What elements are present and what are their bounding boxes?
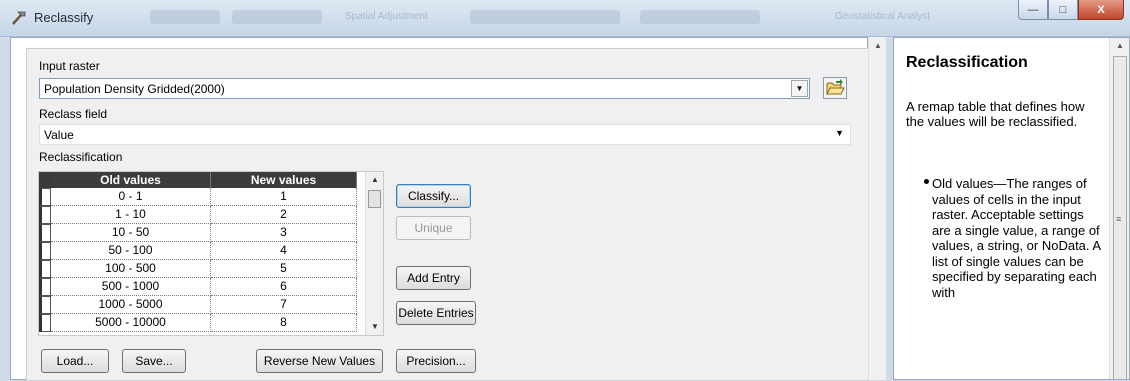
table-header: Old values New values	[39, 172, 357, 188]
table-row[interactable]: 10 - 50 3	[39, 224, 357, 242]
table-scrollbar[interactable]: ▲ ▼	[365, 172, 383, 335]
background-toolbar	[470, 10, 620, 24]
title-bar: Reclassify Spatial Adjustment Geostatist…	[0, 0, 1130, 37]
scroll-down-icon[interactable]: ▼	[366, 319, 384, 335]
new-value-cell[interactable]: 3	[211, 224, 357, 242]
help-scrollbar[interactable]: ▲ ≡	[1109, 38, 1129, 379]
scroll-up-icon[interactable]: ▲	[366, 172, 384, 188]
input-raster-combobox[interactable]: Population Density Gridded(2000) ▼	[39, 78, 810, 99]
table-row[interactable]: 100 - 500 5	[39, 260, 357, 278]
close-icon: X	[1097, 3, 1105, 16]
table-row[interactable]: 1000 - 5000 7	[39, 296, 357, 314]
classify-button[interactable]: Classify...	[396, 184, 471, 208]
background-toolbar-label: Spatial Adjustment	[345, 11, 428, 22]
precision-button[interactable]: Precision...	[396, 349, 476, 373]
row-selector[interactable]	[39, 206, 51, 224]
old-value-cell[interactable]: 100 - 500	[51, 260, 211, 278]
window-controls: — □ X	[1018, 0, 1124, 20]
column-header-new-values[interactable]: New values	[211, 172, 357, 188]
help-bullet-old-values: Old values—The ranges of values of cells…	[932, 176, 1101, 300]
scroll-up-icon[interactable]: ▲	[1110, 41, 1129, 50]
unique-button[interactable]: Unique	[396, 216, 471, 240]
form-scrollbar[interactable]: ▲	[868, 37, 886, 380]
scroll-thumb[interactable]	[368, 190, 381, 208]
old-value-cell[interactable]: 10 - 50	[51, 224, 211, 242]
save-button[interactable]: Save...	[122, 349, 186, 373]
old-value-cell[interactable]: 0 - 1	[51, 188, 211, 206]
chevron-down-icon: ▼	[835, 128, 844, 138]
row-selector[interactable]	[39, 278, 51, 296]
background-toolbar	[232, 10, 322, 24]
reclass-field-label: Reclass field	[39, 107, 108, 121]
reverse-new-values-button[interactable]: Reverse New Values	[256, 349, 383, 373]
table-row[interactable]: 1 - 10 2	[39, 206, 357, 224]
add-entry-button[interactable]: Add Entry	[396, 266, 471, 290]
background-toolbar	[640, 10, 760, 24]
help-panel: Reclassification A remap table that defi…	[893, 37, 1130, 380]
old-value-cell[interactable]: 5000 - 10000	[51, 314, 211, 332]
new-value-cell[interactable]: 8	[211, 314, 357, 332]
old-value-cell[interactable]: 1000 - 5000	[51, 296, 211, 314]
table-row[interactable]: 500 - 1000 6	[39, 278, 357, 296]
row-selector[interactable]	[39, 260, 51, 278]
scroll-grip-icon: ≡	[1116, 214, 1122, 224]
remap-grid: Old values New values 0 - 111 - 10 2 10 - …	[39, 172, 357, 332]
help-title: Reclassification	[906, 54, 1028, 71]
scroll-up-icon[interactable]: ▲	[869, 41, 887, 50]
browse-folder-button[interactable]	[823, 77, 847, 99]
old-value-cell[interactable]: 500 - 1000	[51, 278, 211, 296]
table-row[interactable]: 0 - 11	[39, 188, 357, 206]
row-selector[interactable]	[39, 296, 51, 314]
new-value-cell[interactable]: 2	[211, 206, 357, 224]
row-selector[interactable]	[39, 242, 51, 260]
reclassification-table[interactable]: Old values New values 0 - 111 - 10 2 10 - …	[38, 171, 384, 336]
table-row[interactable]: 5000 - 10000 8	[39, 314, 357, 332]
old-value-cell[interactable]: 1 - 10	[51, 206, 211, 224]
delete-entries-button[interactable]: Delete Entries	[396, 301, 476, 325]
minimize-button[interactable]: —	[1018, 0, 1048, 20]
input-raster-value: Population Density Gridded(2000)	[44, 82, 225, 96]
window-title: Reclassify	[34, 10, 94, 25]
open-folder-icon	[826, 79, 845, 95]
maximize-icon: □	[1059, 3, 1067, 16]
column-header-old-values[interactable]: Old values	[51, 172, 211, 188]
old-value-cell[interactable]: 50 - 100	[51, 242, 211, 260]
bullet-icon	[924, 179, 929, 184]
close-button[interactable]: X	[1078, 0, 1124, 20]
header-corner	[39, 172, 51, 188]
new-value-cell[interactable]: 5	[211, 260, 357, 278]
input-raster-label: Input raster	[39, 59, 100, 73]
row-selector[interactable]	[39, 224, 51, 242]
chevron-down-icon[interactable]: ▼	[791, 80, 808, 97]
reclass-field-select[interactable]: Value ▼	[39, 124, 851, 145]
maximize-button[interactable]: □	[1048, 0, 1078, 20]
row-selector[interactable]	[39, 314, 51, 332]
background-toolbar-label: Geostatistical Analyst	[835, 11, 931, 22]
help-description: A remap table that defines how the value…	[906, 99, 1085, 129]
reclassification-label: Reclassification	[39, 150, 123, 164]
hammer-icon	[12, 11, 26, 25]
new-value-cell[interactable]: 4	[211, 242, 357, 260]
reclass-field-value: Value	[44, 128, 74, 142]
new-value-cell[interactable]: 1	[211, 188, 357, 206]
background-toolbar	[150, 10, 220, 24]
minimize-icon: —	[1027, 3, 1039, 16]
new-value-cell[interactable]: 7	[211, 296, 357, 314]
new-value-cell[interactable]: 6	[211, 278, 357, 296]
load-button[interactable]: Load...	[41, 349, 109, 373]
row-selector[interactable]	[39, 188, 51, 206]
table-row[interactable]: 50 - 100 4	[39, 242, 357, 260]
